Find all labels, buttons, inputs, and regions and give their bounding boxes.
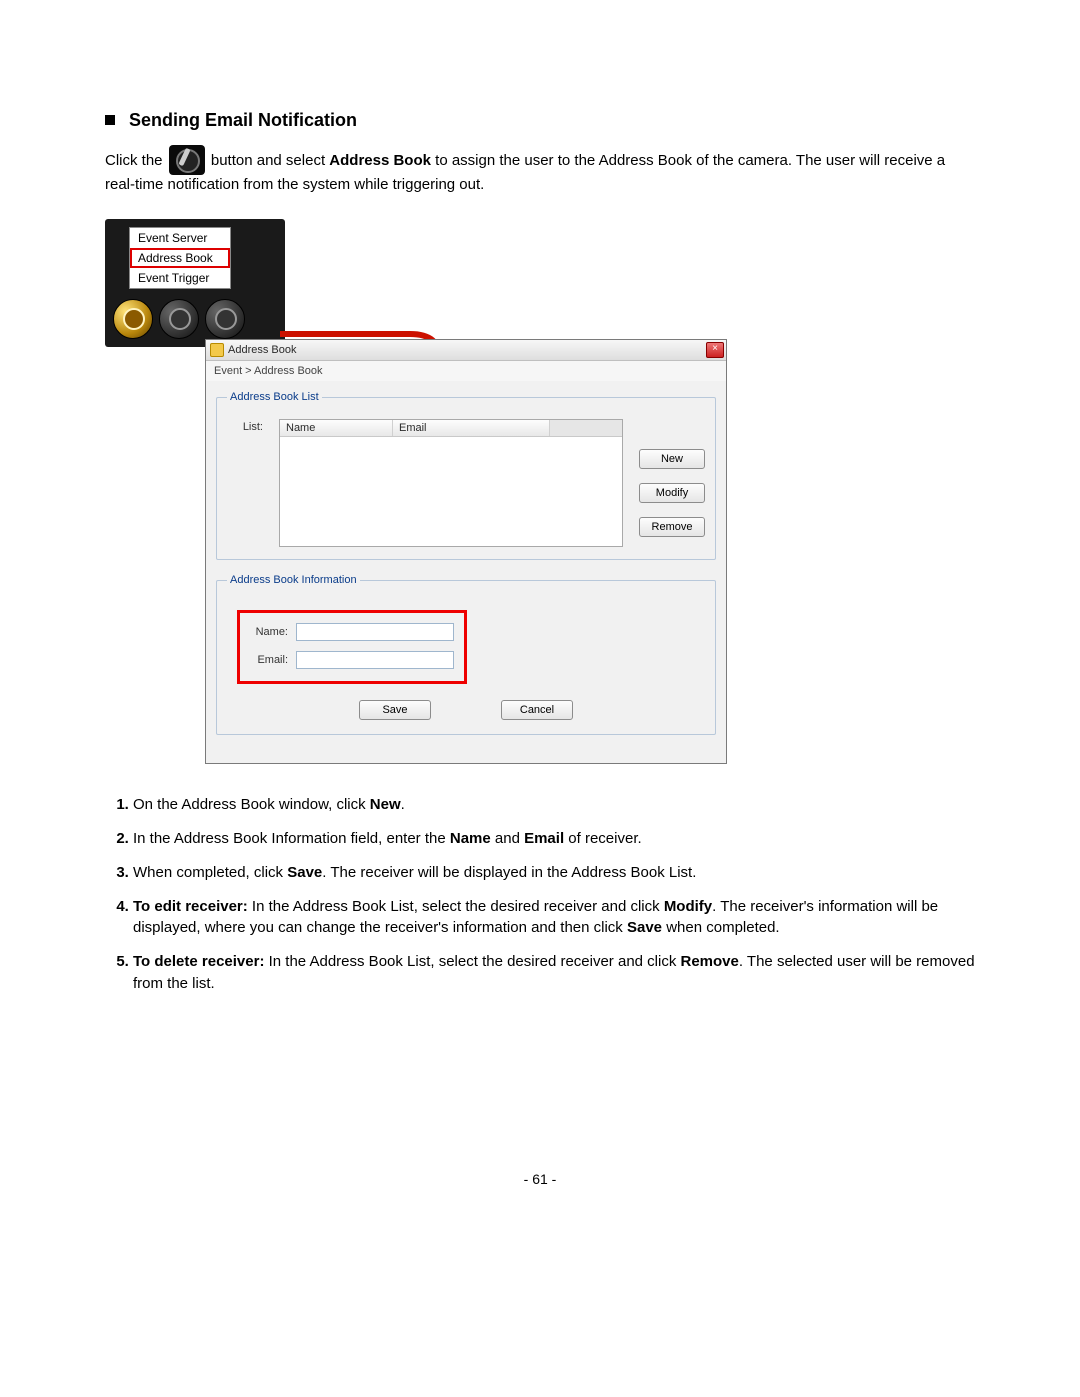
list-label: List: [227, 419, 263, 433]
col-header-email[interactable]: Email [393, 420, 550, 436]
step-5: To delete receiver: In the Address Book … [133, 951, 975, 995]
step-3: When completed, click Save. The receiver… [133, 862, 975, 884]
dialog-title: Address Book [228, 344, 296, 356]
new-button[interactable]: New [639, 449, 705, 469]
address-book-list-group: Address Book List List: Name Email New [216, 391, 716, 560]
email-input[interactable] [296, 651, 454, 669]
steps-list: On the Address Book window, click New. I… [105, 794, 975, 994]
dialog-titlebar: Address Book × [206, 340, 726, 361]
section-heading: Sending Email Notification [105, 110, 975, 131]
bullet-icon [105, 115, 115, 125]
save-button[interactable]: Save [359, 700, 431, 720]
toolbar-camera-icon[interactable] [159, 299, 199, 339]
email-label: Email: [250, 654, 288, 666]
col-header-name[interactable]: Name [280, 420, 393, 436]
cancel-button[interactable]: Cancel [501, 700, 573, 720]
menu-item-address-book[interactable]: Address Book [130, 248, 230, 268]
context-menu-figure: Event Server Address Book Event Trigger [105, 219, 285, 347]
dialog-app-icon [210, 343, 224, 357]
remove-button[interactable]: Remove [639, 517, 705, 537]
menu-item-event-trigger[interactable]: Event Trigger [130, 268, 230, 288]
step-4: To edit receiver: In the Address Book Li… [133, 896, 975, 940]
address-book-info-group: Address Book Information Name: Email: Sa… [216, 574, 716, 735]
close-button[interactable]: × [706, 342, 724, 358]
info-highlight-box: Name: Email: [237, 610, 467, 684]
name-label: Name: [250, 626, 288, 638]
modify-button[interactable]: Modify [639, 483, 705, 503]
toolbar-pen-icon[interactable] [113, 299, 153, 339]
pen-button-icon [169, 145, 205, 175]
group-legend-info: Address Book Information [227, 574, 360, 586]
address-list-grid[interactable]: Name Email [279, 419, 623, 547]
grid-header: Name Email [280, 420, 622, 437]
breadcrumb: Event > Address Book [206, 361, 726, 381]
address-book-dialog: Address Book × Event > Address Book Addr… [205, 339, 727, 764]
step-1: On the Address Book window, click New. [133, 794, 975, 816]
menu-item-event-server[interactable]: Event Server [130, 228, 230, 248]
context-menu: Event Server Address Book Event Trigger [129, 227, 231, 289]
toolbar-gear-icon[interactable] [205, 299, 245, 339]
intro-paragraph: Click the button and select Address Book… [105, 145, 975, 195]
col-header-spacer [550, 420, 622, 436]
group-legend-list: Address Book List [227, 391, 322, 403]
name-input[interactable] [296, 623, 454, 641]
page-number: - 61 - [0, 1171, 1080, 1187]
step-2: In the Address Book Information field, e… [133, 828, 975, 850]
